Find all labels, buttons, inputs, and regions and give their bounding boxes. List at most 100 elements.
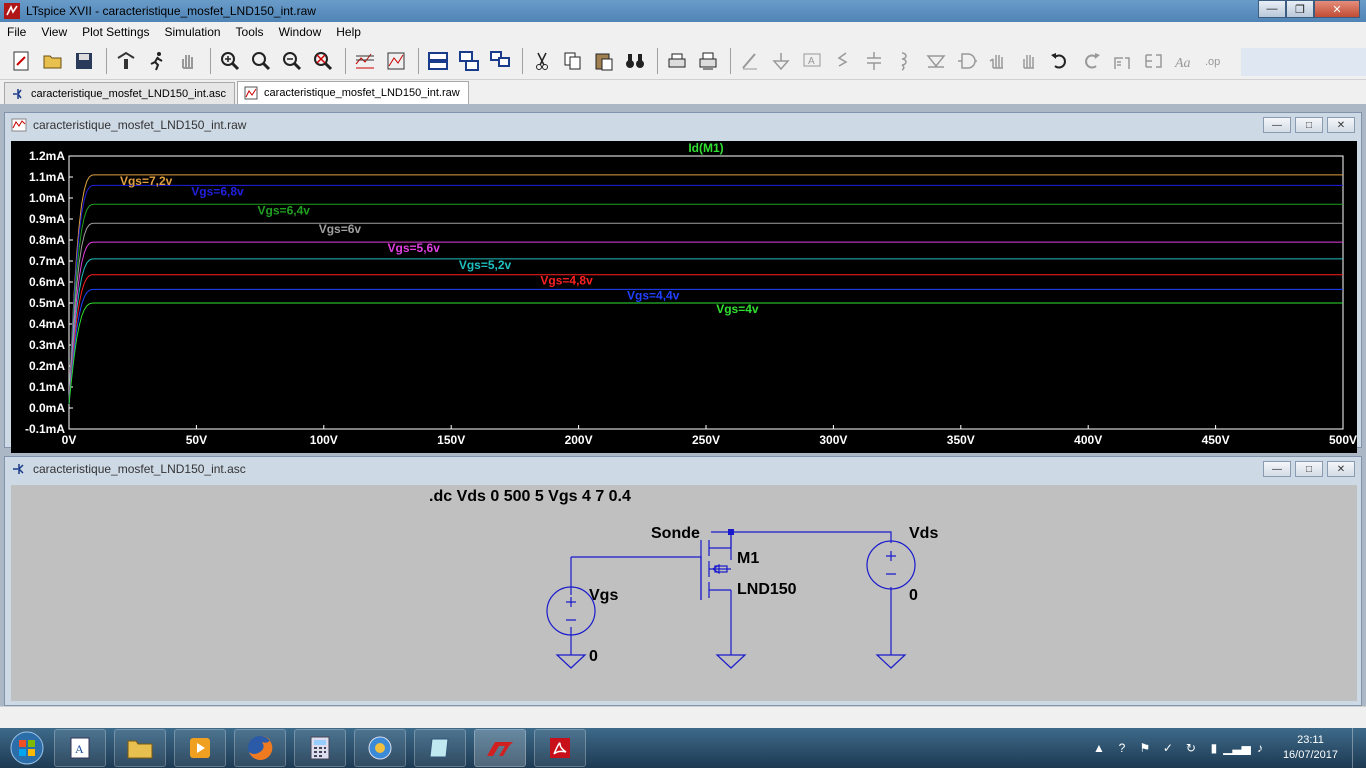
capacitor-icon[interactable] (860, 47, 888, 75)
zoom-in-icon[interactable] (216, 47, 244, 75)
plot-settings-icon[interactable] (382, 47, 410, 75)
cut-icon[interactable] (528, 47, 556, 75)
spice-directive-icon[interactable]: .op (1201, 47, 1229, 75)
system-clock[interactable]: 23:11 16/07/2017 (1283, 733, 1338, 763)
show-desktop-button[interactable] (1352, 728, 1366, 768)
menu-help[interactable]: Help (329, 25, 369, 39)
autorange-icon[interactable] (351, 47, 379, 75)
menu-view[interactable]: View (34, 25, 75, 39)
zoom-area-icon[interactable] (247, 47, 275, 75)
menu-plot-settings[interactable]: Plot Settings (75, 25, 157, 39)
mosfet-m1-symbol[interactable] (700, 532, 732, 600)
copy-icon[interactable] (559, 47, 587, 75)
mosfet-model[interactable]: LND150 (737, 581, 797, 598)
series-line[interactable] (68, 203, 1343, 404)
vgs-source-value[interactable]: 0 (589, 648, 598, 665)
series-line[interactable] (68, 184, 1343, 404)
tab-schematic[interactable]: caracteristique_mosfet_LND150_int.asc (4, 82, 236, 104)
save-icon[interactable] (70, 47, 98, 75)
open-folder-icon[interactable] (39, 47, 67, 75)
menu-tools[interactable]: Tools (229, 25, 272, 39)
rotate-icon[interactable] (1108, 47, 1136, 75)
print-icon[interactable] (694, 47, 722, 75)
taskbar-word-pad[interactable]: A (54, 729, 106, 767)
restore-button[interactable]: ❐ (1286, 0, 1314, 18)
series-line[interactable] (68, 222, 1343, 404)
run-simulation-icon[interactable] (143, 47, 171, 75)
menu-simulation[interactable]: Simulation (158, 25, 229, 39)
taskbar-notes[interactable] (414, 729, 466, 767)
trace-title[interactable]: Id(M1) (688, 141, 723, 155)
menu-file[interactable]: File (0, 25, 34, 39)
vgs-source-name[interactable]: Vgs (589, 587, 618, 604)
tray-flag-icon[interactable]: ⚑ (1135, 738, 1155, 758)
redo-icon[interactable] (1077, 47, 1105, 75)
series-line[interactable] (68, 288, 1343, 404)
taskbar-pdf-reader[interactable] (534, 729, 586, 767)
halt-hand-icon[interactable] (174, 47, 202, 75)
network-signal-icon[interactable]: ▁▃▅ (1223, 738, 1251, 758)
waveform-minimize-button[interactable]: — (1263, 117, 1291, 133)
waveform-window[interactable]: caracteristique_mosfet_LND150_int.raw — … (4, 112, 1362, 453)
schematic-window[interactable]: caracteristique_mosfet_LND150_int.asc — … (4, 456, 1362, 706)
waveform-window-titlebar[interactable]: caracteristique_mosfet_LND150_int.raw (5, 113, 1361, 137)
paste-icon[interactable] (590, 47, 618, 75)
inductor-icon[interactable] (891, 47, 919, 75)
tray-security-icon[interactable]: ✓ (1158, 738, 1178, 758)
ground-icon[interactable] (767, 47, 795, 75)
tray-device-icon[interactable]: ▮ (1204, 738, 1224, 758)
schematic-close-button[interactable]: ✕ (1327, 461, 1355, 477)
draw-wire-icon[interactable] (736, 47, 764, 75)
mirror-icon[interactable] (1139, 47, 1167, 75)
tray-update-icon[interactable]: ↻ (1181, 738, 1201, 758)
waveform-maximize-button[interactable]: □ (1295, 117, 1323, 133)
zoom-out-icon[interactable] (278, 47, 306, 75)
series-line[interactable] (68, 241, 1343, 404)
tile-vertical-icon[interactable] (486, 47, 514, 75)
control-panel-icon[interactable] (112, 47, 140, 75)
taskbar-network[interactable] (354, 729, 406, 767)
minimize-button[interactable]: — (1258, 0, 1286, 18)
menu-window[interactable]: Window (272, 25, 330, 39)
resistor-icon[interactable] (829, 47, 857, 75)
label-net-icon[interactable]: A (798, 47, 826, 75)
text-icon[interactable]: Aa (1170, 47, 1198, 75)
schematic-minimize-button[interactable]: — (1263, 461, 1291, 477)
diode-icon[interactable] (922, 47, 950, 75)
zoom-fit-icon[interactable] (309, 47, 337, 75)
start-button[interactable] (0, 728, 54, 768)
id-m1-chart[interactable]: 1.2mA 1.1mA 1.0mA 0.9mA 0.8mA 0.7mA 0.6mA 0.5mA… (11, 141, 1357, 453)
move-hand-icon[interactable] (984, 47, 1012, 75)
series-line[interactable] (68, 274, 1343, 404)
component-icon[interactable] (953, 47, 981, 75)
taskbar-explorer[interactable] (114, 729, 166, 767)
series-line[interactable] (68, 258, 1343, 404)
waveform-close-button[interactable]: ✕ (1327, 117, 1355, 133)
show-hidden-icons-icon[interactable]: ▲ (1089, 738, 1109, 758)
series-line[interactable] (68, 302, 1343, 404)
tile-horizontal-icon[interactable] (424, 47, 452, 75)
probe-label[interactable]: Sonde (651, 525, 700, 542)
new-schematic-icon[interactable] (8, 47, 36, 75)
tab-waveform[interactable]: caracteristique_mosfet_LND150_int.raw (237, 81, 469, 104)
vds-source-name[interactable]: Vds (909, 525, 938, 542)
drag-hand-icon[interactable] (1015, 47, 1043, 75)
vds-source-symbol[interactable] (866, 540, 916, 590)
taskbar-calculator[interactable] (294, 729, 346, 767)
spice-directive[interactable]: .dc Vds 0 500 5 Vgs 4 7 0.4 (429, 488, 631, 505)
plot-pane[interactable]: 1.2mA 1.1mA 1.0mA 0.9mA 0.8mA 0.7mA 0.6mA 0.5mA… (11, 141, 1357, 453)
vds-source-value[interactable]: 0 (909, 587, 918, 604)
taskbar-firefox[interactable] (234, 729, 286, 767)
schematic-window-titlebar[interactable]: caracteristique_mosfet_LND150_int.asc (5, 457, 1361, 481)
cascade-icon[interactable] (455, 47, 483, 75)
find-binoculars-icon[interactable] (621, 47, 649, 75)
schematic-canvas[interactable]: .dc Vds 0 500 5 Vgs 4 7 0.4 Sonde M1 LND… (11, 485, 1357, 701)
undo-icon[interactable] (1046, 47, 1074, 75)
close-button[interactable]: ✕ (1314, 0, 1360, 18)
volume-icon[interactable]: ♪ (1250, 738, 1270, 758)
schematic-maximize-button[interactable]: □ (1295, 461, 1323, 477)
tray-help-icon[interactable]: ? (1112, 738, 1132, 758)
taskbar-media-player[interactable] (174, 729, 226, 767)
mosfet-name[interactable]: M1 (737, 550, 759, 567)
taskbar-ltspice[interactable] (474, 729, 526, 767)
